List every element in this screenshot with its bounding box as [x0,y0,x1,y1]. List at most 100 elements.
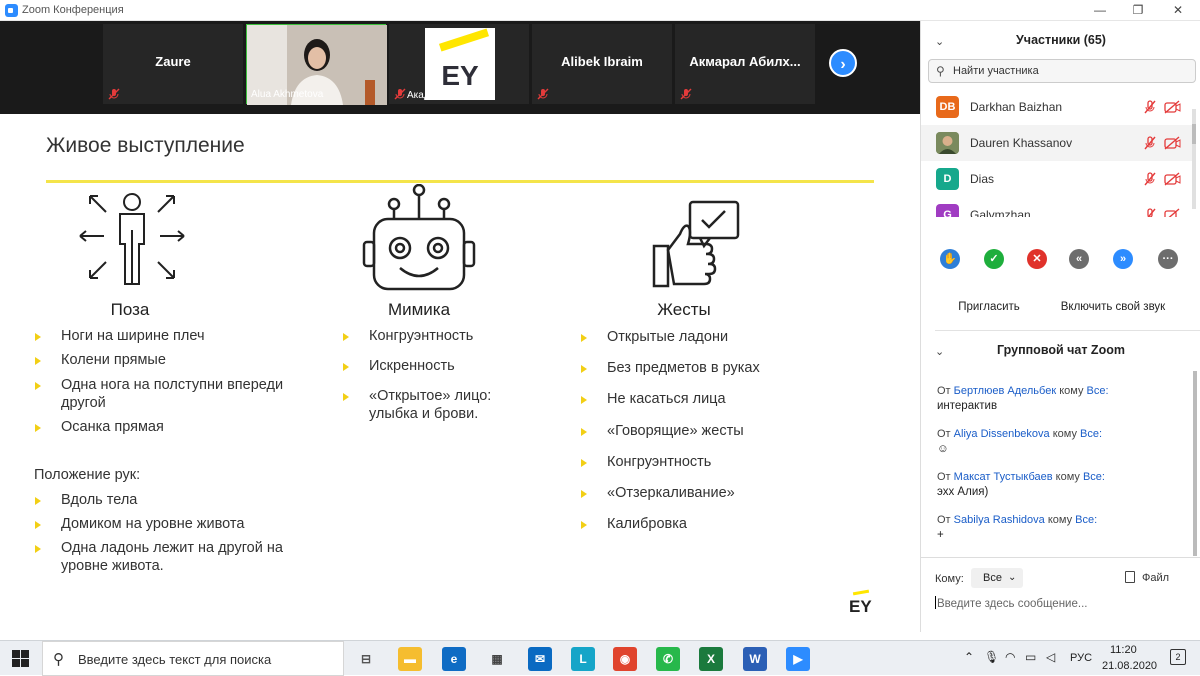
bullet-icon [35,357,41,365]
bullet-icon [35,424,41,432]
lingvo-icon[interactable]: L [571,647,595,671]
taskbar-search-input[interactable]: ⚲ Введите здесь текст для поиска [42,641,344,676]
participant-name: Zaure [155,54,191,69]
video-off-icon[interactable] [1164,208,1181,217]
muted-mic-icon [680,88,692,100]
chat-scrollbar[interactable] [1193,371,1197,556]
participant-search-input[interactable]: ⚲ Найти участника [928,59,1196,83]
participant-name: Darkhan Baizhan [970,100,1063,114]
chevron-down-icon: ⌄ [1008,572,1017,583]
next-page-arrow-icon[interactable]: › [829,49,857,77]
unmute-self-button[interactable]: Включить свой звук [1057,295,1169,319]
file-button[interactable]: Файл [1125,571,1169,584]
participant-name: Alibek Ibraim [561,54,643,69]
close-button[interactable]: ✕ [1156,0,1200,21]
store-icon[interactable]: ▦ [485,647,509,671]
zoom-logo-icon [5,4,18,17]
wifi-icon[interactable]: ◠ [1005,650,1015,664]
microphone-icon[interactable]: 🎙 [984,650,999,664]
muted-mic-icon[interactable] [1143,100,1157,114]
side-panel: ⌄ Участники (65) ⚲ Найти участника DB Da… [920,21,1200,632]
bullet-icon [581,365,587,373]
window-title: Zoom Конференция [22,4,124,16]
restore-button[interactable]: ❐ [1116,0,1160,21]
more-icon[interactable]: ··· [1158,249,1178,269]
word-icon[interactable]: W [743,647,767,671]
search-placeholder: Найти участника [953,65,1039,77]
posture-person-icon [79,193,185,285]
video-tile[interactable]: Zaure [103,24,243,104]
chat-title: Групповой чат Zoom [997,343,1125,357]
chat-message-input[interactable]: Введите здесь сообщение... [935,596,1190,612]
notifications-icon[interactable]: 2 [1170,649,1186,665]
participant-name: Dauren Khassanov [970,136,1073,150]
yes-check-icon[interactable]: ✓ [984,249,1004,269]
muted-mic-icon [537,88,549,100]
avatar: DB [936,96,959,118]
bullet-icon [581,396,587,404]
video-off-icon[interactable] [1164,100,1181,114]
file-explorer-icon[interactable]: ▬ [398,647,422,671]
bullet-icon [35,497,41,505]
edge-browser-icon[interactable]: e [442,647,466,671]
participant-row[interactable]: D Dias [921,161,1193,197]
video-tile[interactable]: EY Академия би... [389,24,529,104]
muted-mic-icon[interactable] [1143,208,1157,217]
network-icon[interactable]: ▭ [1025,650,1036,664]
raise-hand-icon[interactable]: ✋ [940,249,960,269]
mail-icon[interactable]: ✉ [528,647,552,671]
zoom-app-icon[interactable]: ▶ [786,647,810,671]
avatar: D [936,168,959,190]
recipient-select[interactable]: Все ⌄ [971,568,1023,588]
faster-icon[interactable]: » [1113,249,1133,269]
bullet-icon [581,428,587,436]
clock-time[interactable]: 11:20 [1110,644,1137,656]
collapse-chevron-icon[interactable]: ⌄ [935,345,944,358]
bullet-icon [581,334,587,342]
video-tile[interactable]: Акмарал Абилх... [675,24,815,104]
participants-scrollbar-thumb[interactable] [1192,124,1196,144]
divider [921,557,1200,558]
search-icon: ⚲ [53,651,64,668]
bullet-icon [35,333,41,341]
video-tile[interactable]: Alibek Ibraim [532,24,672,104]
windows-start-icon[interactable] [12,650,29,667]
clock-date[interactable]: 21.08.2020 [1102,660,1157,672]
muted-mic-icon[interactable] [1143,172,1157,186]
invite-button[interactable]: Пригласить [950,295,1028,319]
muted-mic-icon[interactable] [1143,136,1157,150]
video-off-icon[interactable] [1164,136,1181,150]
slower-icon[interactable]: « [1069,249,1089,269]
no-cross-icon[interactable]: ✕ [1027,249,1047,269]
collapse-chevron-icon[interactable]: ⌄ [935,35,944,48]
column-heading-facial: Мимика [387,300,451,319]
slide-ey-logo: EY [849,597,872,616]
chrome-icon[interactable]: ◉ [613,647,637,671]
bullet-icon [343,363,349,371]
participant-row[interactable]: Dauren Khassanov [921,125,1193,161]
chevron-up-icon[interactable]: ⌃ [964,650,974,664]
video-tile-active-speaker[interactable]: Alua Akhmetova [246,24,387,105]
whatsapp-icon[interactable]: ✆ [656,647,680,671]
language-indicator[interactable]: РУС [1070,652,1092,664]
task-view-icon[interactable]: ⊟ [354,647,378,671]
column-heading-posture: Поза [110,300,150,319]
bullet-icon [581,459,587,467]
bullet-icon [35,545,41,553]
volume-icon[interactable]: ◁ [1046,650,1055,664]
muted-mic-icon [394,88,406,100]
bullet-icon [35,382,41,390]
bullet-icon [581,521,587,529]
avatar [936,132,959,154]
participant-name-label: Alua Akhmetova [251,89,324,100]
participants-title: Участники (65) [1016,33,1106,47]
video-off-icon[interactable] [1164,172,1181,186]
chat-message: От Aliya Dissenbekova кому Все: ☺ [937,428,1103,455]
excel-icon[interactable]: X [699,647,723,671]
recipient-value: Все [983,572,1002,584]
search-placeholder: Введите здесь текст для поиска [78,652,272,667]
ey-logo-text: EY [441,60,479,91]
participant-row[interactable]: DB Darkhan Baizhan [921,89,1193,125]
search-icon: ⚲ [936,64,945,78]
participant-row[interactable]: G Galymzhan [921,197,1193,217]
